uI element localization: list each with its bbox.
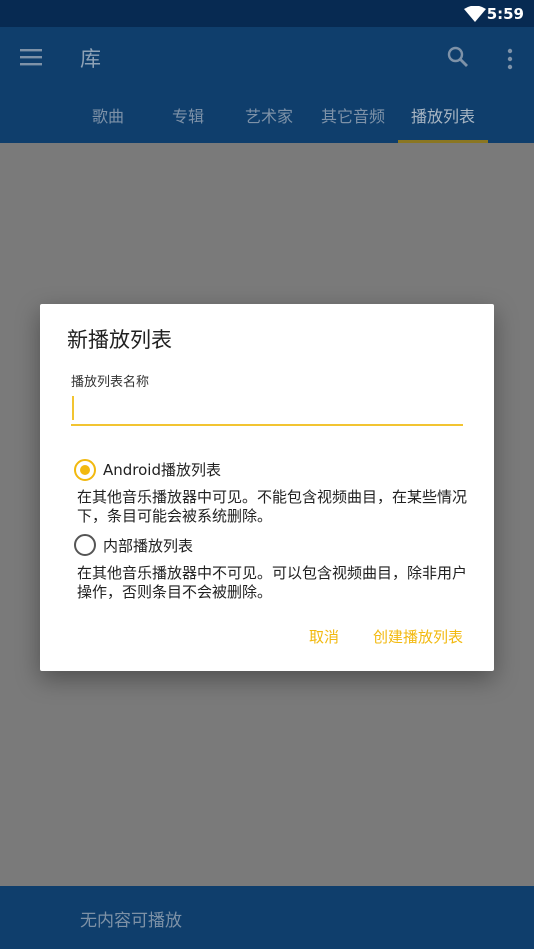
menu-icon[interactable] [19,45,43,69]
playlist-name-input[interactable] [71,392,463,426]
status-bar: 5:59 [0,0,534,27]
internal-playlist-description: 在其他音乐播放器中不可见。可以包含视频曲目，除非用户操作，否则条目不会被删除。 [77,564,468,601]
tab-label: 艺术家 [244,107,293,126]
internal-playlist-label[interactable]: 内部播放列表 [103,535,193,556]
status-time: 5:59 [486,5,524,23]
search-icon[interactable] [446,45,470,69]
tab-playlists[interactable]: 播放列表 [398,97,488,143]
radio-android-playlist[interactable] [74,459,96,481]
radio-internal-playlist[interactable] [74,534,96,556]
android-playlist-label[interactable]: Android播放列表 [103,459,221,480]
now-playing-text: 无内容可播放 [80,911,182,931]
tab-label: 歌曲 [91,107,124,126]
now-playing-bar[interactable]: 无内容可播放 [0,886,534,949]
tab-artists[interactable]: 艺术家 [238,97,300,143]
tab-label: 专辑 [171,107,204,126]
cancel-button[interactable]: 取消 [309,626,339,647]
dialog-title: 新播放列表 [67,328,172,352]
tab-albums[interactable]: 专辑 [158,97,218,143]
tab-other-audio[interactable]: 其它音频 [316,97,390,143]
text-cursor [72,396,74,420]
more-vert-icon[interactable] [498,47,522,71]
create-playlist-button[interactable]: 创建播放列表 [373,626,463,647]
playlist-name-label: 播放列表名称 [71,375,150,390]
android-playlist-description: 在其他音乐播放器中可见。不能包含视频曲目，在某些情况下，条目可能会被系统删除。 [77,488,468,525]
tab-bar: 歌曲 专辑 艺术家 其它音频 播放列表 [0,97,534,143]
wifi-icon [464,6,486,22]
tab-label: 播放列表 [410,107,475,126]
tab-songs[interactable]: 歌曲 [78,97,138,143]
app-bar: 库 歌曲 专辑 艺术家 其它音频 播放列表 [0,27,534,143]
new-playlist-dialog: 新播放列表 播放列表名称 Android播放列表 在其他音乐播放器中可见。不能包… [40,304,494,671]
tab-label: 其它音频 [320,107,385,126]
page-title: 库 [80,47,101,71]
